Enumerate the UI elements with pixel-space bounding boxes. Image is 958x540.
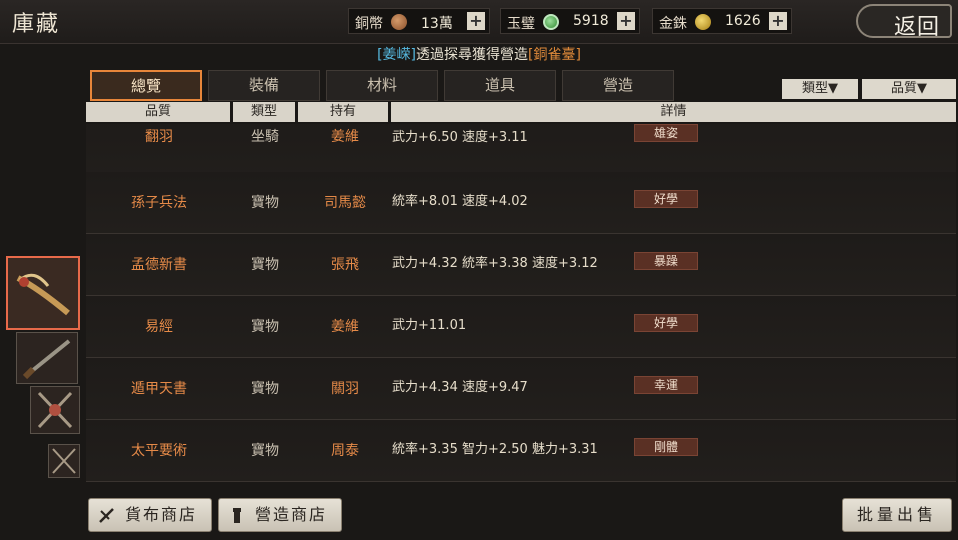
item-name: 遁甲天書 <box>131 381 187 397</box>
tab-items[interactable]: 道具 <box>444 70 556 101</box>
item-type: 寶物 <box>251 319 279 335</box>
currency-shop-button[interactable]: 貨布商店 <box>88 498 212 532</box>
resource-value: 13萬 <box>421 16 453 32</box>
currency-shop-label: 貨布商店 <box>125 505 198 524</box>
item-type: 坐騎 <box>251 129 279 145</box>
table-row[interactable]: 孫子兵法 寶物 司馬懿 統率+8.01 速度+4.02 好學 <box>86 172 956 234</box>
back-label: 返回 <box>893 15 940 40</box>
page-title: 庫藏 <box>12 12 61 37</box>
item-name: 翻羽 <box>145 129 173 145</box>
resource-label: 玉璧 <box>507 16 535 32</box>
item-type: 寶物 <box>251 257 279 273</box>
type-filter-dropdown[interactable]: 類型▼ <box>782 79 858 99</box>
bulk-sell-button[interactable]: 批量出售 <box>842 498 952 532</box>
item-trait-tag: 剛體 <box>634 438 698 456</box>
item-table: 翻羽 坐騎 姜維 武力+6.50 速度+3.11 雄姿 孫子兵法 寶物 司馬懿 … <box>86 124 956 482</box>
back-button[interactable]: 返回 <box>856 4 952 40</box>
resource-value: 5918 <box>573 13 609 29</box>
gold-resource: 金銖 1626 + <box>652 8 792 34</box>
gold-coin-icon <box>695 14 711 30</box>
tower-icon <box>233 508 241 523</box>
crossed-blades-icon[interactable] <box>48 444 80 478</box>
tab-overview[interactable]: 總覽 <box>90 70 202 101</box>
item-stats: 武力+6.50 速度+3.11 <box>392 130 528 145</box>
build-shop-label: 營造商店 <box>255 505 328 524</box>
notice-banner: [姜嵘]透過探尋獲得營造[銅雀臺] <box>0 44 958 64</box>
column-header-type[interactable]: 類型 <box>233 102 295 122</box>
tab-build[interactable]: 營造 <box>562 70 674 101</box>
crossed-axes-icon[interactable] <box>30 386 80 434</box>
sword-thumb-icon[interactable] <box>16 332 78 384</box>
notice-item: [銅雀臺] <box>528 47 581 63</box>
column-header-quality[interactable]: 品質 <box>86 102 230 122</box>
item-type: 寶物 <box>251 195 279 211</box>
notice-text: 透過探尋獲得營造 <box>416 47 528 63</box>
item-type: 寶物 <box>251 381 279 397</box>
build-shop-button[interactable]: 營造商店 <box>218 498 342 532</box>
item-trait-tag: 幸運 <box>634 376 698 394</box>
item-stats: 統率+8.01 速度+4.02 <box>392 194 528 209</box>
resource-label: 金銖 <box>659 16 687 32</box>
item-owner: 張飛 <box>331 257 359 273</box>
column-header-details[interactable]: 詳情 <box>391 102 956 122</box>
tools-icon <box>99 508 114 523</box>
item-trait-tag: 雄姿 <box>634 124 698 142</box>
tab-materials[interactable]: 材料 <box>326 70 438 101</box>
item-trait-tag: 好學 <box>634 314 698 332</box>
copper-coin-icon <box>391 14 407 30</box>
top-bar: 庫藏 銅幣 13萬 + 玉璧 5918 + 金銖 1626 + 返回 <box>0 0 958 44</box>
column-header-owner[interactable]: 持有 <box>298 102 388 122</box>
item-trait-tag: 暴躁 <box>634 252 698 270</box>
notice-person: [姜嵘] <box>377 47 416 63</box>
table-row[interactable]: 易經 寶物 姜維 武力+11.01 好學 <box>86 296 956 358</box>
table-row[interactable]: 孟德新書 寶物 張飛 武力+4.32 統率+3.38 速度+3.12 暴躁 <box>86 234 956 296</box>
item-owner: 關羽 <box>331 381 359 397</box>
table-row[interactable]: 遁甲天書 寶物 關羽 武力+4.34 速度+9.47 幸運 <box>86 358 956 420</box>
resource-value: 1626 <box>725 13 761 29</box>
item-name: 太平要術 <box>131 443 187 459</box>
table-row[interactable]: 太平要術 寶物 周泰 統率+3.35 智力+2.50 魅力+3.31 剛體 <box>86 420 956 482</box>
item-stats: 武力+4.34 速度+9.47 <box>392 380 528 395</box>
item-stats: 武力+11.01 <box>392 318 467 333</box>
item-type: 寶物 <box>251 443 279 459</box>
copper-coin-resource: 銅幣 13萬 + <box>348 8 490 34</box>
item-name: 易經 <box>145 319 173 335</box>
jade-icon <box>543 14 559 30</box>
quality-filter-dropdown[interactable]: 品質▼ <box>862 79 956 99</box>
weapon-thumb-icon[interactable] <box>6 256 80 330</box>
resource-label: 銅幣 <box>355 16 383 32</box>
add-jade-button[interactable]: + <box>617 12 635 30</box>
tab-equipment[interactable]: 裝備 <box>208 70 320 101</box>
item-owner: 姜維 <box>331 129 359 145</box>
item-owner: 姜維 <box>331 319 359 335</box>
item-owner: 周泰 <box>331 443 359 459</box>
item-owner: 司馬懿 <box>324 195 366 211</box>
item-name: 孫子兵法 <box>131 195 187 211</box>
item-stats: 統率+3.35 智力+2.50 魅力+3.31 <box>392 442 598 457</box>
add-gold-button[interactable]: + <box>769 12 787 30</box>
item-name: 孟德新書 <box>131 257 187 273</box>
item-stats: 武力+4.32 統率+3.38 速度+3.12 <box>392 256 598 271</box>
add-copper-button[interactable]: + <box>467 12 485 30</box>
item-trait-tag: 好學 <box>634 190 698 208</box>
jade-resource: 玉璧 5918 + <box>500 8 640 34</box>
